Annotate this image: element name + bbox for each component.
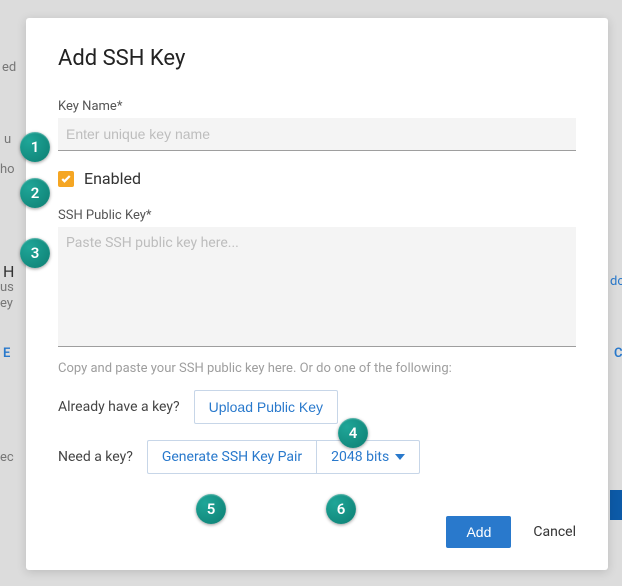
required-mark: * (117, 99, 123, 114)
ghost-text: ed (2, 60, 16, 75)
enabled-label: Enabled (84, 169, 141, 188)
annotation-badge-5: 5 (196, 494, 226, 524)
generate-ssh-key-button[interactable]: Generate SSH Key Pair (147, 440, 316, 474)
key-name-input[interactable] (58, 118, 576, 151)
required-mark: * (146, 208, 152, 223)
annotation-badge-1: 1 (20, 132, 50, 162)
annotation-badge-2: 2 (20, 178, 50, 208)
ghost-text: ec (0, 450, 14, 465)
annotation-badge-6: 6 (326, 494, 356, 524)
ghost-block (610, 490, 622, 520)
need-key-label: Need a key? (58, 449, 133, 465)
public-key-textarea[interactable] (58, 227, 576, 347)
enabled-checkbox[interactable] (58, 171, 74, 187)
annotation-badge-4: 4 (338, 418, 368, 448)
modal-title: Add SSH Key (58, 46, 576, 71)
upload-public-key-button[interactable]: Upload Public Key (194, 390, 338, 424)
ghost-text: E (3, 346, 10, 361)
label-text: SSH Public Key (58, 208, 146, 223)
key-bits-select[interactable]: 2048 bits (316, 440, 420, 474)
ghost-text: us (0, 280, 14, 295)
ghost-text: u (4, 132, 11, 147)
public-key-hint: Copy and paste your SSH public key here.… (58, 361, 576, 376)
already-have-label: Already have a key? (58, 399, 180, 415)
key-name-label: Key Name* (58, 99, 576, 114)
annotation-badge-3: 3 (20, 238, 50, 268)
public-key-label: SSH Public Key* (58, 208, 576, 223)
ghost-text: C (614, 346, 622, 361)
ghost-text: ho (0, 162, 15, 177)
chevron-down-icon (395, 454, 405, 460)
generate-group: Generate SSH Key Pair 2048 bits (147, 440, 420, 474)
key-bits-value: 2048 bits (331, 449, 389, 465)
cancel-button[interactable]: Cancel (533, 524, 576, 540)
label-text: Key Name (58, 99, 117, 114)
ghost-text: H (3, 262, 14, 281)
add-ssh-key-modal: Add SSH Key Key Name* Enabled SSH Public… (26, 18, 608, 570)
check-icon (60, 173, 72, 185)
ghost-text: ey (0, 296, 13, 311)
add-button[interactable]: Add (446, 516, 511, 548)
modal-footer: Add Cancel (446, 516, 576, 548)
ghost-text: dc (610, 274, 622, 289)
